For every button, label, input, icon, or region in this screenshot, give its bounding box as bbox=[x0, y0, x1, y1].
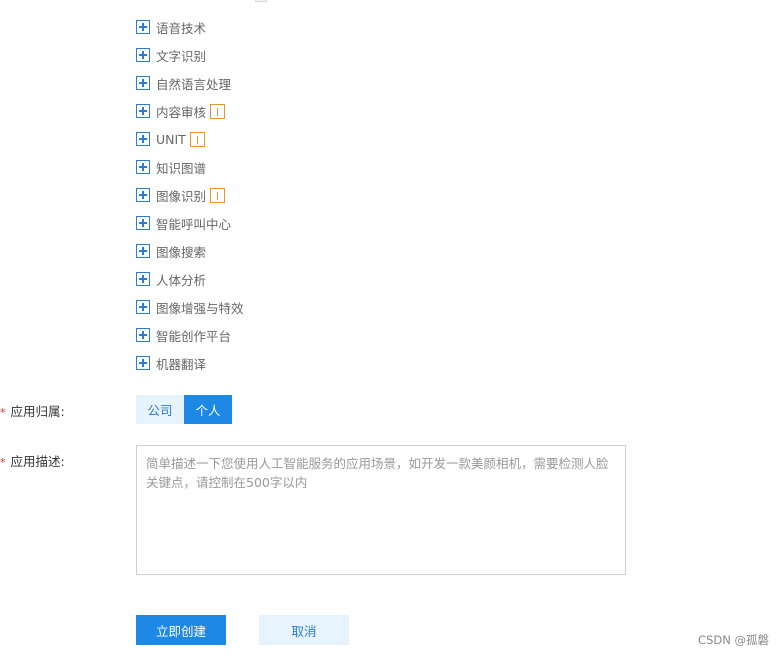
plus-square-icon[interactable] bbox=[136, 188, 150, 202]
ownership-label-text: 应用归属: bbox=[10, 404, 65, 419]
tree-item-label: 智能创作平台 bbox=[156, 328, 232, 344]
description-field bbox=[136, 445, 626, 575]
clipped-previous-item bbox=[255, 0, 395, 2]
plus-square-icon[interactable] bbox=[136, 216, 150, 230]
exclamation-badge-icon bbox=[189, 131, 205, 147]
tree-item-label: 自然语言处理 bbox=[156, 76, 232, 92]
tree-item-body-analysis[interactable]: 人体分析 bbox=[136, 270, 206, 288]
tree-item-label: 知识图谱 bbox=[156, 160, 207, 176]
plus-square-icon[interactable] bbox=[136, 104, 150, 118]
checkbox-icon bbox=[255, 0, 267, 2]
cancel-button[interactable]: 取消 bbox=[259, 615, 349, 645]
watermark: CSDN @孤磐 bbox=[698, 633, 769, 647]
tree-item-label: 图像搜索 bbox=[156, 244, 207, 260]
create-button[interactable]: 立即创建 bbox=[136, 615, 226, 645]
plus-square-icon[interactable] bbox=[136, 356, 150, 370]
tree-item-label: 语音技术 bbox=[156, 20, 207, 36]
tree-item-creation-platform[interactable]: 智能创作平台 bbox=[136, 326, 231, 344]
tree-item-nlp[interactable]: 自然语言处理 bbox=[136, 74, 231, 92]
plus-square-icon[interactable] bbox=[136, 160, 150, 174]
tree-item-knowledge-graph[interactable]: 知识图谱 bbox=[136, 158, 206, 176]
exclamation-badge-icon bbox=[210, 187, 226, 203]
exclamation-badge-icon bbox=[210, 103, 226, 119]
tree-item-label: UNIT bbox=[156, 131, 186, 147]
tree-item-image-recognition[interactable]: 图像识别 bbox=[136, 186, 226, 204]
plus-square-icon[interactable] bbox=[136, 48, 150, 62]
tree-item-speech[interactable]: 语音技术 bbox=[136, 18, 206, 36]
plus-square-icon[interactable] bbox=[136, 300, 150, 314]
description-label: * 应用描述: bbox=[0, 451, 65, 470]
ownership-label: * 应用归属: bbox=[0, 401, 65, 420]
tree-item-label: 智能呼叫中心 bbox=[156, 216, 232, 232]
required-marker: * bbox=[0, 456, 6, 469]
tree-item-label: 文字识别 bbox=[156, 48, 207, 64]
plus-square-icon[interactable] bbox=[136, 132, 150, 146]
tree-item-call-center[interactable]: 智能呼叫中心 bbox=[136, 214, 231, 232]
plus-square-icon[interactable] bbox=[136, 76, 150, 90]
description-textarea[interactable] bbox=[137, 446, 625, 574]
tree-item-content-review[interactable]: 内容审核 bbox=[136, 102, 226, 120]
required-marker: * bbox=[0, 406, 6, 419]
plus-square-icon[interactable] bbox=[136, 272, 150, 286]
plus-square-icon[interactable] bbox=[136, 328, 150, 342]
tree-item-label: 图像识别 bbox=[156, 188, 207, 204]
description-label-text: 应用描述: bbox=[10, 454, 65, 469]
plus-square-icon[interactable] bbox=[136, 20, 150, 34]
ownership-option-personal[interactable]: 个人 bbox=[184, 395, 232, 424]
tree-item-label: 人体分析 bbox=[156, 272, 207, 288]
plus-square-icon[interactable] bbox=[136, 244, 150, 258]
tree-item-unit[interactable]: UNIT bbox=[136, 130, 205, 148]
tree-item-label: 内容审核 bbox=[156, 104, 207, 120]
tree-item-image-enhancement[interactable]: 图像增强与特效 bbox=[136, 298, 244, 316]
tree-item-label: 图像增强与特效 bbox=[156, 300, 244, 316]
ownership-segmented-control: 公司 个人 bbox=[136, 395, 232, 424]
tree-item-machine-translation[interactable]: 机器翻译 bbox=[136, 354, 206, 372]
tree-item-image-search[interactable]: 图像搜索 bbox=[136, 242, 206, 260]
tree-item-ocr[interactable]: 文字识别 bbox=[136, 46, 206, 64]
tree-item-label: 机器翻译 bbox=[156, 356, 207, 372]
ownership-option-company[interactable]: 公司 bbox=[136, 395, 184, 424]
